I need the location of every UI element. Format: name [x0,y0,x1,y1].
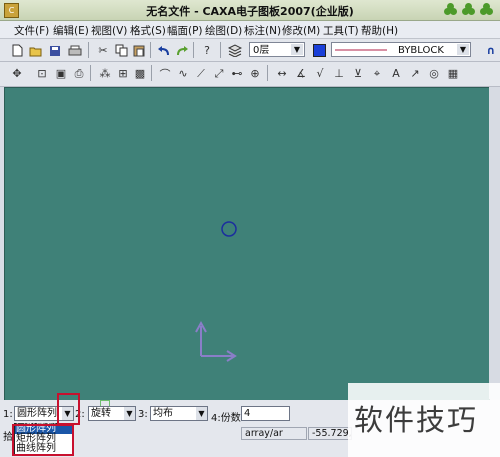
menu-sheet[interactable]: 幅面(P) [167,23,203,38]
rotate-mode-value: 旋转 [91,408,111,419]
menu-file[interactable]: 文件(F) [14,23,49,38]
distribution-value: 均布 [153,408,173,419]
move-icon[interactable]: ✥ [8,65,26,82]
menu-draw[interactable]: 绘图(D) [205,23,242,38]
menu-help[interactable]: 帮助(H) [361,23,398,38]
status-coordinates: -55.729,- [308,427,352,440]
copy-icon[interactable] [112,42,130,59]
count-input[interactable]: 4 [241,406,290,421]
line-sample-icon [335,49,387,51]
menu-bar: 文件(F) 编辑(E) 视图(V) 格式(S) 幅面(P) 绘图(D) 标注(N… [0,21,500,39]
option1-number: 1: [3,409,13,420]
offset-icon[interactable]: ⊷ [228,65,246,82]
count-value: 4 [244,408,251,419]
leader-icon[interactable]: ↗ [406,65,424,82]
watermark: 软件技巧 [348,383,500,457]
redo-icon[interactable] [173,42,191,59]
minimize-clover-icon[interactable] [444,3,458,17]
layer-value: 0层 [253,45,270,56]
weld-icon[interactable]: ⊻ [349,65,367,82]
highlight-dropdown-arrow [57,393,80,425]
polyline-icon[interactable]: ⟋ [192,65,210,82]
menu-tools[interactable]: 工具(T) [323,23,359,38]
spline-icon[interactable]: ∿ [174,65,192,82]
table-icon[interactable]: ▦ [444,65,462,82]
drawing-canvas[interactable] [4,87,490,401]
circle-entity[interactable] [221,221,237,237]
drawing-toolbar: ✥ ⊡ ▣ ⎙ ⁂ ⊞ ▩ ⌒ ∿ ⟋ ⤢ ⊷ ⊕ ↔ ∡ √ ⊥ ⊻ ⌖ A … [0,62,500,87]
arc-icon[interactable]: ⌒ [156,65,174,82]
point-icon[interactable]: ⁂ [96,65,114,82]
grid-icon[interactable]: ⊞ [114,65,132,82]
window-title: 无名文件 - CAXA电子图板2007(企业版) [146,5,354,18]
new-file-icon[interactable] [8,42,26,59]
ucs-axis-icon [195,320,237,362]
zoom-print-icon[interactable]: ⎙ [70,65,88,82]
datum-icon[interactable]: ⊥ [330,65,348,82]
menu-view[interactable]: 视图(V) [91,23,127,38]
watermark-text: 软件技巧 [354,403,479,437]
chevron-down-icon[interactable]: ▼ [124,407,135,420]
array-icon[interactable]: ⊕ [246,65,264,82]
maximize-clover-icon[interactable] [462,3,476,17]
menu-modify[interactable]: 修改(M) [282,23,320,38]
undo-icon[interactable] [155,42,173,59]
cut-icon[interactable]: ✂ [94,42,112,59]
menu-dimension[interactable]: 标注(N) [244,23,281,38]
standard-toolbar: ✂ ? 0层 ▼ BYBLOCK ▼ ∩ [0,39,500,62]
trim-icon[interactable]: ⤢ [210,65,228,82]
open-folder-icon[interactable] [27,42,45,59]
print-icon[interactable] [66,42,84,59]
vertical-scrollbar[interactable] [489,87,500,399]
linetype-select[interactable]: BYBLOCK ▼ [331,42,471,57]
hatch-icon[interactable]: ▩ [131,65,149,82]
array-type-value: 圆形阵列 [17,408,57,419]
menu-edit[interactable]: 编辑(E) [53,23,89,38]
chevron-down-icon[interactable]: ▼ [196,407,207,420]
zoom-all-icon[interactable]: ▣ [52,65,70,82]
highlight-dropdown-list [12,424,74,456]
status-coordinates-text: -55.729,- [312,428,352,439]
text-icon[interactable]: A [387,65,405,82]
zoom-window-icon[interactable]: ⊡ [33,65,51,82]
status-command-text: array/ar [245,428,283,439]
paste-icon[interactable] [130,42,148,59]
angular-dimension-icon[interactable]: ∡ [292,65,310,82]
count-label: 4:份数 [211,413,241,424]
color-swatch[interactable] [310,42,328,59]
layer-manager-icon[interactable] [226,42,244,59]
magnet-icon[interactable]: ∩ [482,42,500,59]
close-clover-icon[interactable] [480,3,494,17]
roughness-icon[interactable]: √ [311,65,329,82]
menu-format[interactable]: 格式(S) [130,23,166,38]
layer-select[interactable]: 0层 ▼ [249,42,305,57]
chevron-down-icon: ▼ [457,44,469,55]
save-icon[interactable] [46,42,64,59]
canvas-graphics [195,221,237,362]
option3-number: 3: [138,409,148,420]
balloon-icon[interactable]: ◎ [425,65,443,82]
linear-dimension-icon[interactable]: ↔ [273,65,291,82]
title-bar: C 无名文件 - CAXA电子图板2007(企业版) [0,0,500,21]
chevron-down-icon: ▼ [291,44,303,55]
rotate-mode-select[interactable]: 旋转 ▼ [88,406,136,421]
linetype-value: BYBLOCK [398,45,444,56]
help-icon[interactable]: ? [198,42,216,59]
tolerance-icon[interactable]: ⌖ [368,65,386,82]
window-controls [444,3,494,17]
status-command: array/ar [241,427,307,440]
distribution-select[interactable]: 均布 ▼ [150,406,208,421]
